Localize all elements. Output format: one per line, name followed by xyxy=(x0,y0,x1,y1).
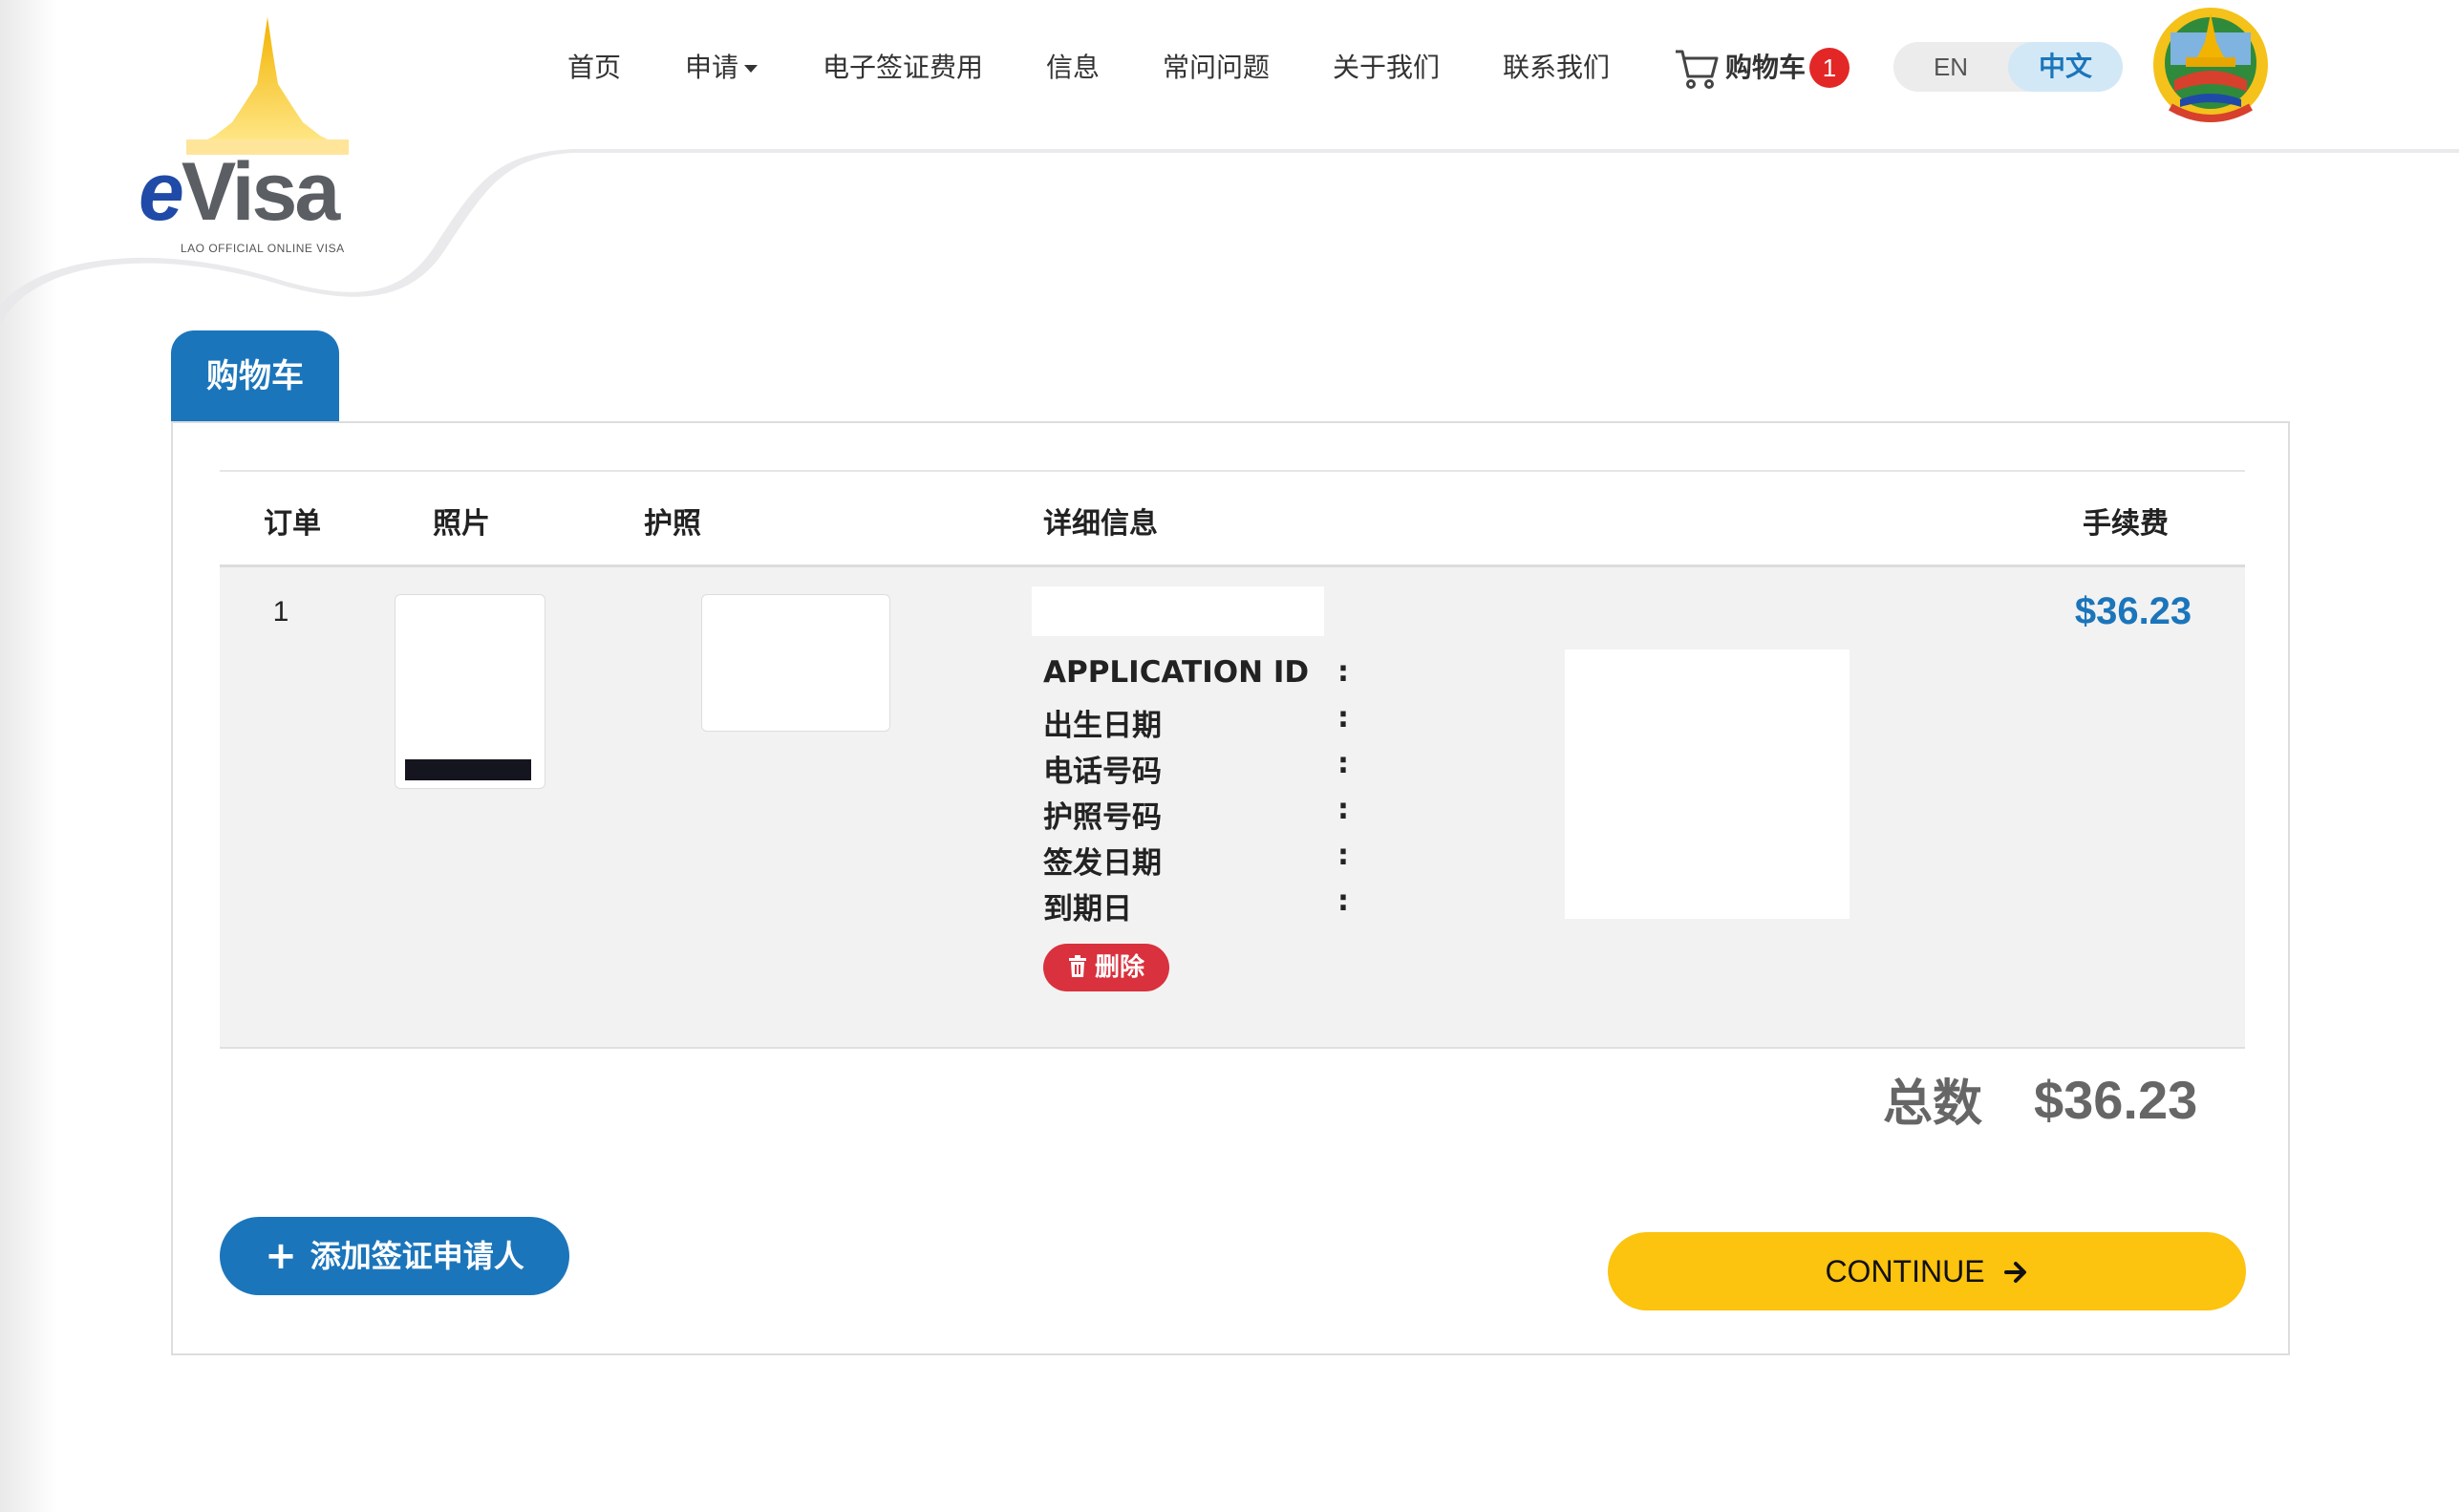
applicant-name-redacted xyxy=(1032,586,1324,636)
detail-colon: : xyxy=(1337,701,1349,735)
add-applicant-label: 添加签证申请人 xyxy=(310,1238,524,1274)
logo-wordmark: eVisa xyxy=(139,146,340,238)
detail-colon: : xyxy=(1337,655,1349,689)
continue-label: CONTINUE xyxy=(1825,1254,1985,1288)
cart-count-badge: 1 xyxy=(1809,48,1850,88)
table-row: 1 APPLICATION ID 出生日期 电话号码 护照号码 签发日期 到期日… xyxy=(220,567,2245,1049)
nav-apply-label: 申请 xyxy=(685,52,739,83)
delete-button[interactable]: 删除 xyxy=(1043,944,1169,991)
detail-label-phone: 电话号码 xyxy=(1043,755,1162,789)
nav-apply[interactable]: 申请 xyxy=(685,38,759,97)
nav-home[interactable]: 首页 xyxy=(567,38,621,97)
total-label: 总数 xyxy=(1883,1075,1983,1133)
trash-icon xyxy=(1068,954,1086,977)
nav-fees[interactable]: 电子签证费用 xyxy=(823,38,983,97)
detail-label-passport-no: 护照号码 xyxy=(1043,800,1162,835)
language-toggle: EN 中文 xyxy=(1893,42,2123,92)
detail-label-expiry-date: 到期日 xyxy=(1043,892,1132,926)
nav-faq[interactable]: 常问问题 xyxy=(1163,38,1270,97)
nav-contact[interactable]: 联系我们 xyxy=(1503,38,1610,97)
total-value: $36.23 xyxy=(2034,1070,2198,1130)
continue-button[interactable]: CONTINUE xyxy=(1608,1232,2246,1310)
nav-about[interactable]: 关于我们 xyxy=(1333,38,1440,97)
detail-colon: : xyxy=(1337,884,1349,918)
cart-label: 购物车 xyxy=(1725,52,1807,83)
detail-colon: : xyxy=(1337,839,1349,872)
col-header-passport: 护照 xyxy=(644,507,701,541)
detail-colon: : xyxy=(1337,793,1349,826)
delete-label: 删除 xyxy=(1094,953,1144,982)
detail-values-redacted xyxy=(1565,650,1850,919)
table-divider xyxy=(220,470,2245,472)
detail-label-application-id: APPLICATION ID xyxy=(1043,655,1310,690)
col-header-fee: 手续费 xyxy=(2083,507,2169,541)
order-number: 1 xyxy=(272,596,289,628)
detail-label-birth-date: 出生日期 xyxy=(1043,709,1162,743)
redaction-bar xyxy=(405,759,531,780)
detail-label-issue-date: 签发日期 xyxy=(1043,846,1162,881)
lao-emblem-icon xyxy=(2153,8,2268,122)
detail-colon: : xyxy=(1337,747,1349,780)
cart-tab[interactable]: 购物车 xyxy=(171,330,339,422)
col-header-photo: 照片 xyxy=(433,507,490,541)
row-fee: $36.23 xyxy=(2074,590,2192,632)
nav-info[interactable]: 信息 xyxy=(1046,38,1100,97)
plus-icon: + xyxy=(265,1234,297,1278)
chevron-down-icon xyxy=(744,65,759,73)
applicant-photo xyxy=(395,594,545,789)
lang-en-button[interactable]: EN xyxy=(1893,42,2008,92)
lang-zh-button[interactable]: 中文 xyxy=(2008,42,2123,92)
shopping-cart-icon xyxy=(1676,50,1719,89)
page: eVisa LAO OFFICIAL ONLINE VISA 首页 申请 电子签… xyxy=(0,0,2459,1512)
col-header-order: 订单 xyxy=(264,507,321,541)
add-applicant-button[interactable]: + 添加签证申请人 xyxy=(220,1217,569,1295)
cart-card: 订单 照片 护照 详细信息 手续费 1 APPLICATION ID 出生日期 … xyxy=(171,421,2290,1355)
passport-image xyxy=(701,594,890,732)
temple-icon xyxy=(186,17,349,155)
arrow-right-icon xyxy=(2003,1261,2026,1283)
evisa-logo[interactable]: eVisa LAO OFFICIAL ONLINE VISA xyxy=(139,17,396,255)
col-header-details: 详细信息 xyxy=(1043,507,1158,541)
logo-subtitle: LAO OFFICIAL ONLINE VISA xyxy=(181,242,345,255)
